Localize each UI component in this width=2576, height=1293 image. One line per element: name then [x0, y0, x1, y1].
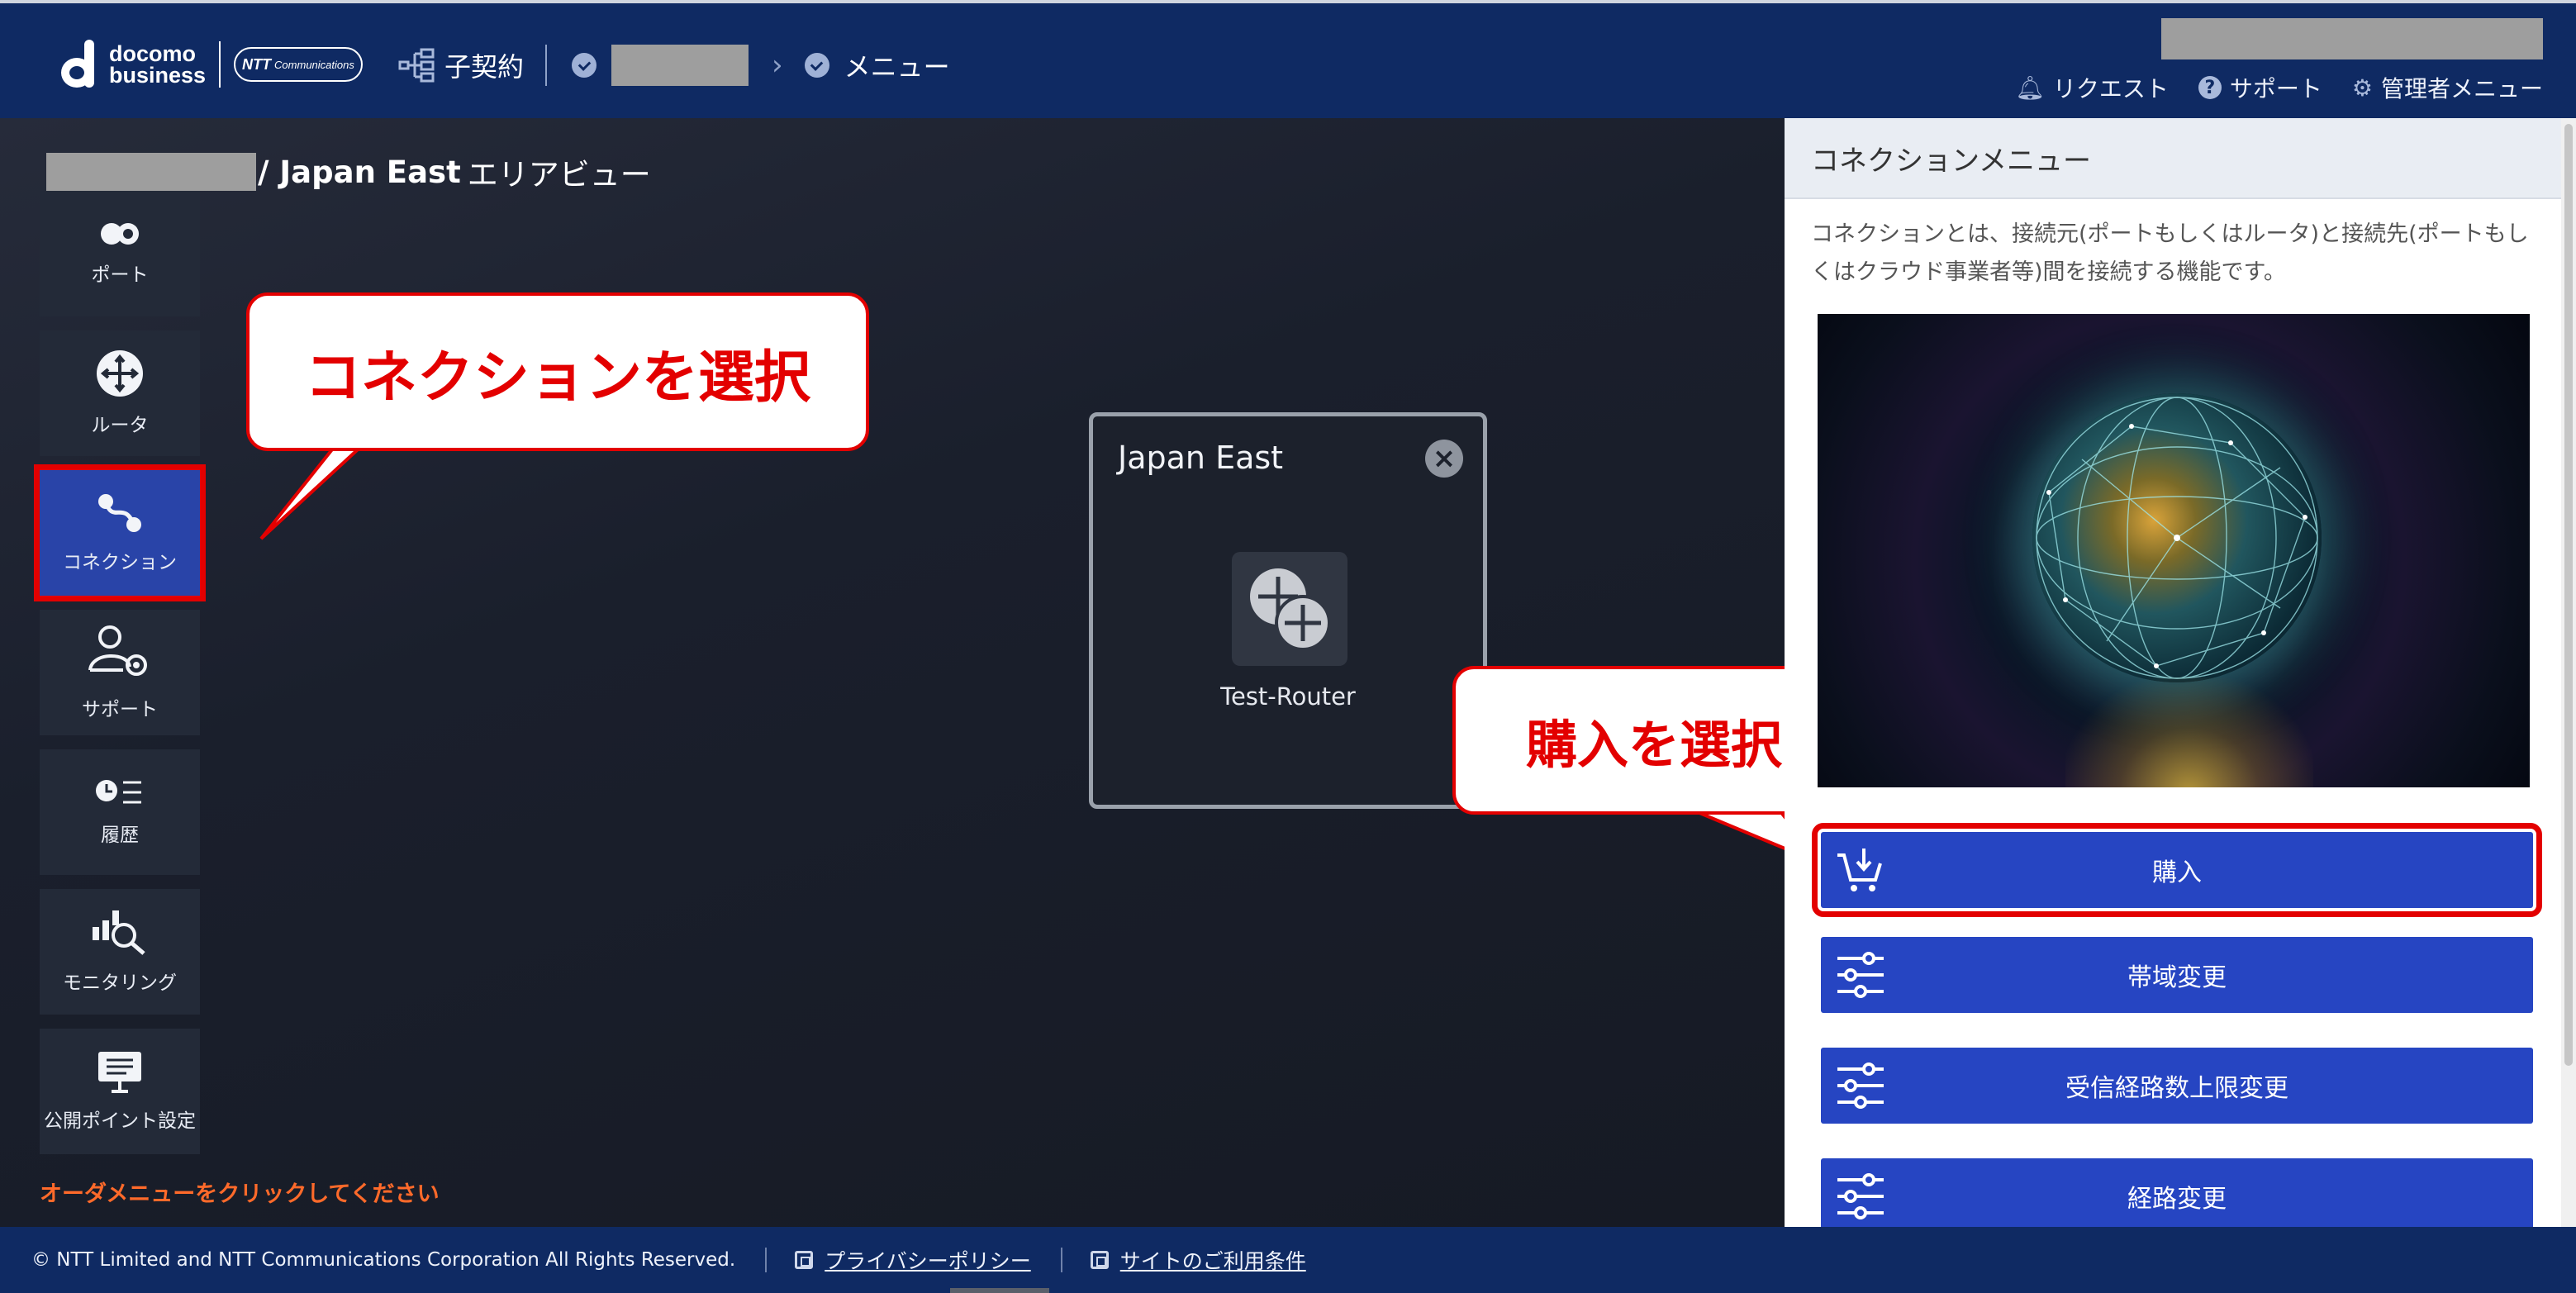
router-name-label: Test-Router	[1220, 682, 1356, 711]
copyright-text: © NTT Limited and NTT Communications Cor…	[31, 1249, 736, 1271]
callout-purchase-text: 購入を選択	[1525, 715, 1782, 775]
bandwidth-change-label: 帯域変更	[2127, 963, 2227, 992]
page-title-suffix: エリアビュー	[467, 157, 651, 193]
network-globe-image	[1818, 314, 2530, 787]
logo-divider	[219, 41, 221, 88]
rail-item-label: サポート	[82, 699, 158, 720]
router-node[interactable]	[1232, 552, 1347, 666]
footer: © NTT Limited and NTT Communications Cor…	[0, 1227, 2576, 1293]
monitoring-icon	[93, 910, 145, 955]
callout-tail-connection	[259, 440, 368, 540]
redacted-contract-name[interactable]	[611, 45, 749, 86]
support-user-icon	[88, 625, 147, 676]
footer-divider	[1060, 1248, 1062, 1272]
purchase-button[interactable]: 購入	[1812, 823, 2542, 917]
connection-icon	[98, 494, 141, 532]
page-title: / Japan East エリアビュー	[46, 150, 651, 194]
panel-scrollbar-thumb[interactable]	[2564, 124, 2573, 1066]
rail-item-label: モニタリング	[63, 972, 177, 994]
order-menu-rail: ポート ルータ コネクション サポート 履歴 モニタリング 公開ポイント設定	[34, 191, 206, 1168]
route-change-label: 経路変更	[2127, 1185, 2227, 1214]
check-circle-icon	[804, 53, 829, 78]
port-icon	[101, 223, 139, 245]
check-circle-icon	[572, 53, 597, 78]
callout-select-connection: コネクションを選択	[246, 292, 869, 451]
terms-link[interactable]: サイトのご利用条件	[1090, 1245, 1306, 1275]
redacted-user-info	[2161, 18, 2543, 59]
rail-item-router[interactable]: ルータ	[40, 330, 200, 456]
rail-item-support[interactable]: サポート	[40, 610, 200, 735]
support-link[interactable]: ? サポート	[2198, 71, 2322, 104]
route-change-button[interactable]: 経路変更	[1821, 1158, 2533, 1234]
footer-indicator	[950, 1288, 1049, 1293]
chevron-right-icon: ›	[772, 49, 783, 82]
logo-text: docomo business	[109, 41, 207, 88]
cart-download-icon	[1837, 849, 1882, 891]
breadcrumb: 子契約 › メニュー	[398, 45, 950, 86]
external-link-icon	[795, 1251, 814, 1269]
panel-title: コネクションメニュー	[1785, 118, 2561, 199]
logo-line-2: business	[109, 63, 207, 88]
admin-menu-link[interactable]: ⚙ 管理者メニュー	[2352, 71, 2543, 104]
header-actions: 🔔︎ リクエスト ? サポート ⚙ 管理者メニュー	[1985, 71, 2543, 104]
rail-item-label: コネクション	[63, 552, 177, 573]
admin-menu-label: 管理者メニュー	[2380, 75, 2543, 102]
breadcrumb-menu[interactable]: メニュー	[844, 46, 950, 84]
top-header: docomo business NTT Communications 子契約 ›…	[0, 0, 2576, 118]
bandwidth-change-button[interactable]: 帯域変更	[1821, 937, 2533, 1013]
router-pair-icon	[1250, 568, 1331, 651]
privacy-policy-label: プライバシーポリシー	[825, 1249, 1031, 1273]
connection-menu-panel: コネクションメニュー コネクションとは、接続元(ポートもしくはルータ)と接続先(…	[1785, 118, 2561, 1234]
network-mesh-graphic	[2036, 397, 2318, 679]
rail-item-public-point[interactable]: 公開ポイント設定	[40, 1029, 200, 1154]
rail-item-connection[interactable]: コネクション	[34, 464, 206, 601]
logo-line-1: docomo	[109, 41, 196, 66]
bell-icon: 🔔︎	[2015, 74, 2045, 102]
panel-title-text: コネクションメニュー	[1811, 144, 2091, 178]
public-point-icon	[98, 1052, 141, 1093]
rail-item-label: ルータ	[91, 415, 149, 436]
purchase-button-label: 購入	[2152, 858, 2202, 887]
rail-item-port[interactable]: ポート	[40, 191, 200, 316]
gear-icon: ⚙	[2351, 74, 2373, 102]
breadcrumb-contract[interactable]: 子契約	[444, 46, 524, 84]
docomo-d-logo-icon	[59, 40, 101, 89]
region-card: Japan East × Test-Router	[1089, 412, 1487, 809]
rail-item-history[interactable]: 履歴	[40, 749, 200, 875]
router-icon	[97, 350, 143, 397]
rail-item-monitoring[interactable]: モニタリング	[40, 889, 200, 1015]
order-menu-hint: オーダメニューをクリックしてください	[40, 1181, 440, 1207]
footer-divider	[765, 1248, 768, 1272]
page-title-region: / Japan East	[258, 154, 461, 190]
light-burst-graphic	[2065, 677, 2313, 787]
sliders-icon	[1837, 952, 1884, 998]
request-label: リクエスト	[2052, 75, 2169, 102]
callout-connection-text: コネクションを選択	[304, 345, 810, 411]
help-circle-icon: ?	[2198, 76, 2222, 99]
breadcrumb-divider	[545, 45, 548, 86]
docomo-business-logo[interactable]: docomo business NTT Communications	[59, 40, 363, 89]
privacy-policy-link[interactable]: プライバシーポリシー	[795, 1245, 1031, 1275]
terms-label: サイトのご利用条件	[1119, 1249, 1306, 1273]
request-link[interactable]: 🔔︎ リクエスト	[2015, 71, 2169, 104]
rx-route-limit-button[interactable]: 受信経路数上限変更	[1821, 1048, 2533, 1124]
rail-item-label: 公開ポイント設定	[44, 1110, 196, 1132]
ntt-communications-logo: NTT Communications	[234, 47, 363, 82]
rail-item-label: 履歴	[101, 825, 139, 846]
region-title: Japan East	[1118, 440, 1284, 476]
redacted-area-name	[46, 153, 256, 191]
rx-route-limit-label: 受信経路数上限変更	[2065, 1074, 2288, 1103]
rail-item-label: ポート	[91, 264, 149, 286]
support-label: サポート	[2229, 75, 2322, 102]
ntt-logo-sub: Communications	[274, 58, 354, 71]
ntt-logo-text: NTT	[242, 55, 272, 73]
contract-tree-icon	[398, 48, 435, 83]
close-icon[interactable]: ×	[1425, 440, 1463, 478]
sliders-icon	[1837, 1173, 1884, 1219]
history-icon	[96, 780, 141, 804]
external-link-icon	[1090, 1251, 1109, 1269]
sliders-icon	[1837, 1062, 1884, 1109]
panel-description: コネクションとは、接続元(ポートもしくはルータ)と接続先(ポートもしくはクラウド…	[1811, 221, 2529, 285]
